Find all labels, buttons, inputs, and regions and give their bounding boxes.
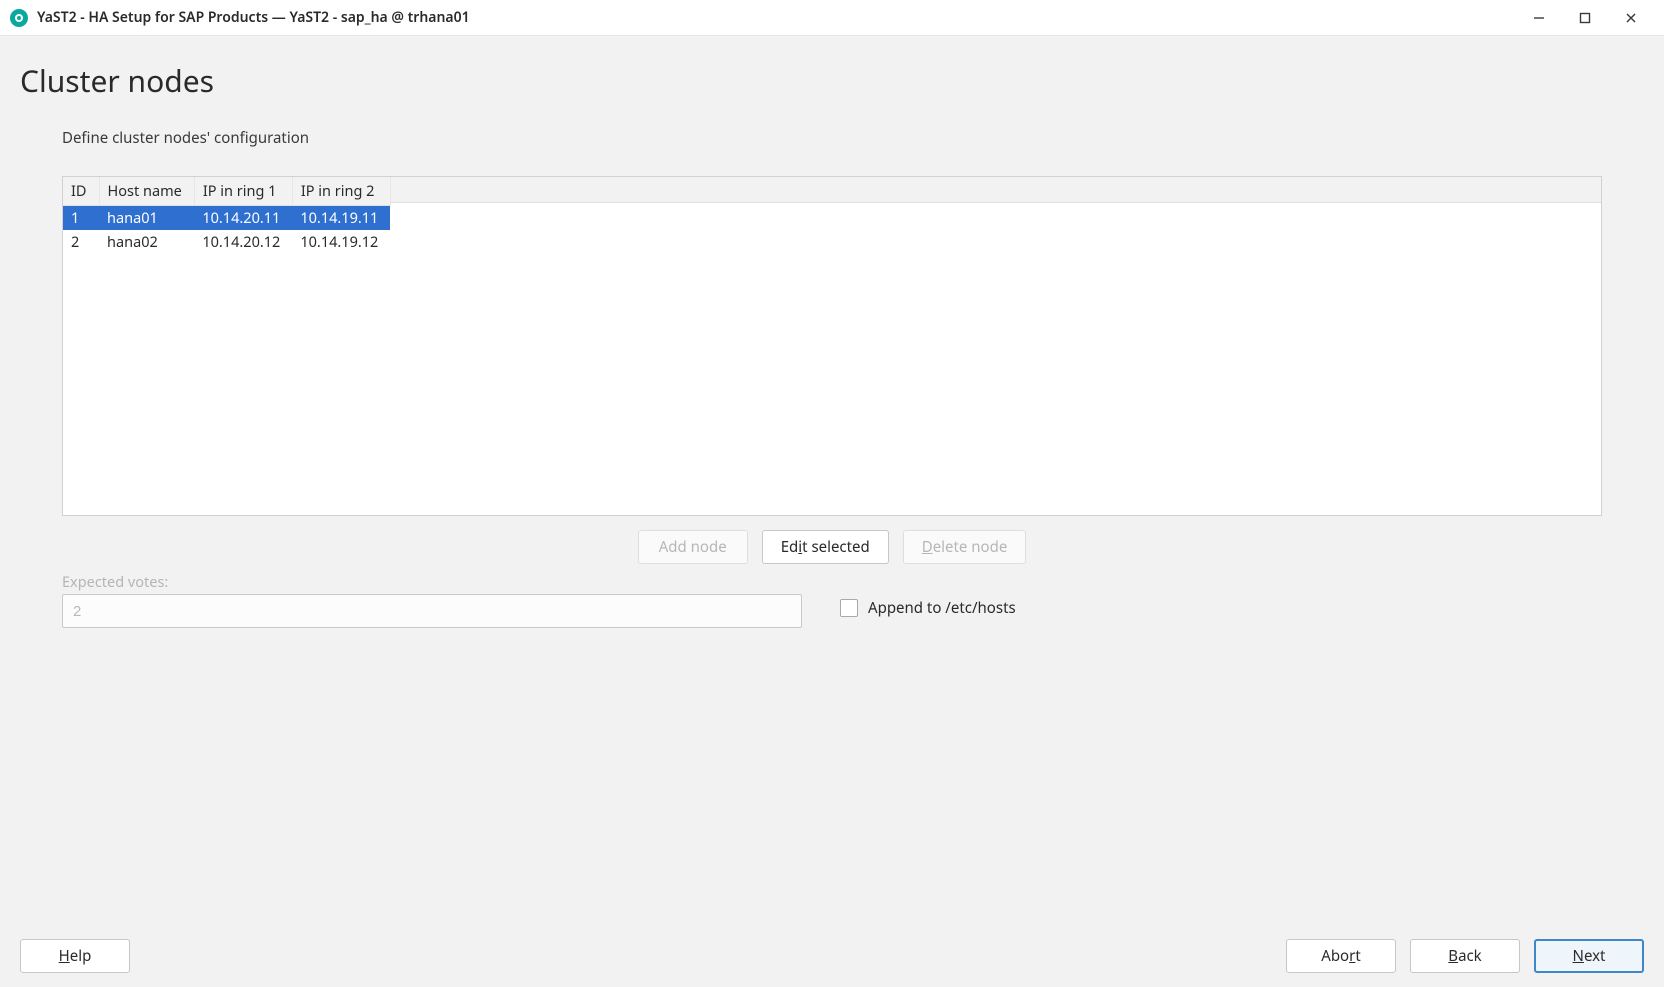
col-host[interactable]: Host name [99,177,194,206]
maximize-button[interactable] [1562,3,1608,33]
table-row[interactable]: 2hana0210.14.20.1210.14.19.12 [63,230,390,254]
nodes-table[interactable]: ID Host name IP in ring 1 IP in ring 2 1… [62,176,1602,516]
titlebar: YaST2 - HA Setup for SAP Products — YaST… [0,0,1664,36]
expected-votes-label: Expected votes: [62,572,168,592]
col-ring2[interactable]: IP in ring 2 [292,177,390,206]
cell-ring1: 10.14.20.12 [194,230,292,254]
window-title: YaST2 - HA Setup for SAP Products — YaST… [37,8,470,27]
cell-id: 1 [63,206,99,231]
cell-host: hana01 [99,206,194,231]
cell-host: hana02 [99,230,194,254]
minimize-button[interactable] [1516,3,1562,33]
back-button[interactable]: Back [1410,939,1520,973]
cell-ring2: 10.14.19.11 [292,206,390,231]
help-button[interactable]: Help [20,939,130,973]
table-action-row: Add node Edit selected Delete node [62,530,1602,564]
table-header-row: ID Host name IP in ring 1 IP in ring 2 [63,177,390,206]
abort-button[interactable]: Abort [1286,939,1396,973]
close-button[interactable] [1608,3,1654,33]
add-node-button: Add node [638,530,748,564]
append-hosts-checkbox[interactable] [840,599,858,617]
yast-icon [10,9,28,27]
page-subtitle: Define cluster nodes' configuration [62,128,309,148]
next-button[interactable]: Next [1534,939,1644,973]
table-row[interactable]: 1hana0110.14.20.1110.14.19.11 [63,206,390,231]
append-hosts-label: Append to /etc/hosts [868,598,1016,618]
page-title: Cluster nodes [20,60,214,101]
expected-votes-input [62,594,802,628]
col-id[interactable]: ID [63,177,99,206]
cell-ring2: 10.14.19.12 [292,230,390,254]
cell-ring1: 10.14.20.11 [194,206,292,231]
delete-node-button: Delete node [903,530,1027,564]
col-ring1[interactable]: IP in ring 1 [194,177,292,206]
edit-selected-button[interactable]: Edit selected [762,530,889,564]
cell-id: 2 [63,230,99,254]
